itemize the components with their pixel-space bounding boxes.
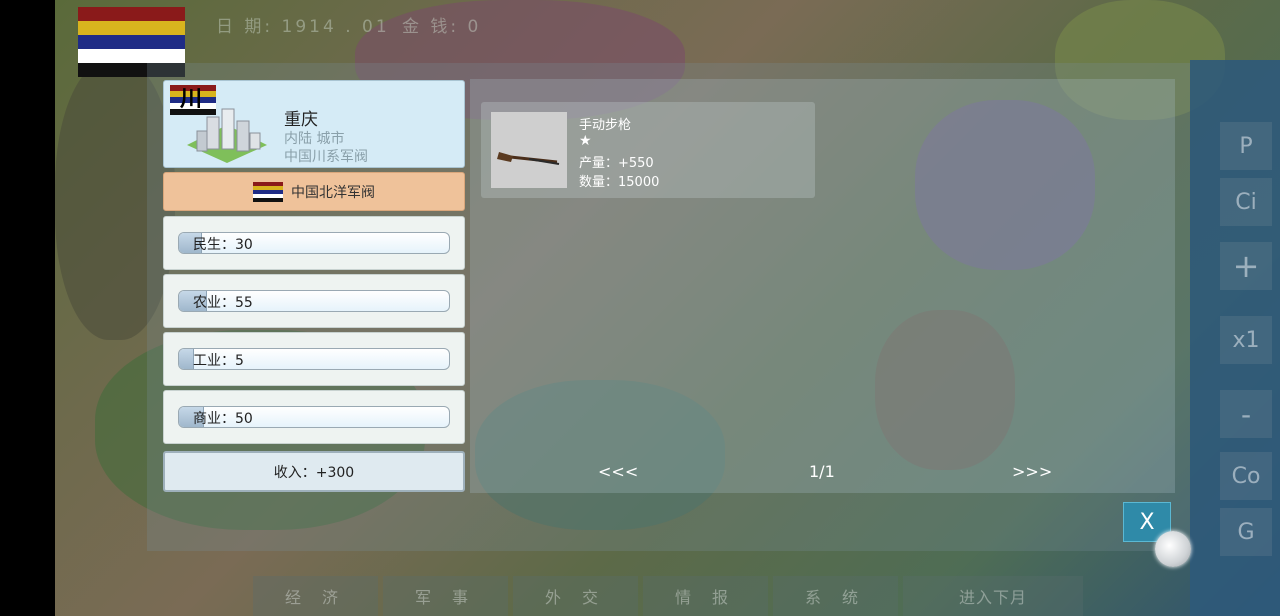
side-button-ci[interactable]: Ci — [1220, 178, 1272, 226]
stat-bar[interactable]: 民生：30 — [178, 232, 450, 254]
city-location-type: 内陆 城市 — [284, 131, 345, 147]
income-display[interactable]: 收入：+300 — [163, 451, 465, 492]
money-display: 金 钱: 0 — [402, 12, 481, 37]
tab-system[interactable]: 系 统 — [773, 576, 898, 616]
zoom-in-button[interactable]: + — [1220, 242, 1272, 290]
stat-bar[interactable]: 农业：55 — [178, 290, 450, 312]
owner-card[interactable]: 中国北洋军阀 — [163, 172, 465, 211]
side-button-g[interactable]: G — [1220, 508, 1272, 556]
stat-livelihood[interactable]: 民生：30 — [163, 216, 465, 270]
city-name: 重庆 — [284, 110, 318, 130]
rifle-icon — [497, 152, 560, 165]
city-faction: 中国川系军阀 — [284, 149, 368, 165]
product-item[interactable]: 手动步枪 ★ 产量：+550 数量：15000 — [481, 102, 815, 198]
next-page-button[interactable]: >>> — [1012, 462, 1052, 481]
stat-label: 农业：55 — [193, 295, 253, 311]
owner-name: 中国北洋军阀 — [291, 184, 375, 201]
product-quantity: 数量：15000 — [579, 175, 660, 190]
tab-intelligence[interactable]: 情 报 — [643, 576, 768, 616]
stat-label: 民生：30 — [193, 237, 253, 253]
stat-label: 工业：5 — [193, 353, 244, 369]
next-month-button[interactable]: 进入下月 — [903, 576, 1083, 616]
tab-economy[interactable]: 经 济 — [253, 576, 378, 616]
stat-agriculture[interactable]: 农业：55 — [163, 274, 465, 328]
tab-diplomacy[interactable]: 外 交 — [513, 576, 638, 616]
speed-button[interactable]: x1 — [1220, 316, 1272, 364]
stat-bar[interactable]: 商业：50 — [178, 406, 450, 428]
touch-indicator — [1155, 531, 1191, 567]
stat-industry[interactable]: 工业：5 — [163, 332, 465, 386]
money-value: 0 — [467, 17, 482, 37]
stat-label: 商业：50 — [193, 411, 253, 427]
date-label: 日 期: — [216, 17, 274, 37]
stat-fill — [179, 349, 194, 369]
product-name: 手动步枪 — [579, 118, 632, 133]
stat-commerce[interactable]: 商业：50 — [163, 390, 465, 444]
city-buildings-icon — [187, 108, 267, 163]
date-display: 日 期: 1914 . 01 — [216, 12, 390, 37]
product-stars: ★ — [579, 133, 592, 149]
page-indicator: 1/1 — [809, 462, 835, 481]
date-value: 1914 . 01 — [281, 17, 390, 37]
owner-flag — [253, 181, 283, 202]
city-info-card: 川 重庆 内陆 城市 中国川系军阀 — [163, 80, 465, 168]
prev-page-button[interactable]: <<< — [598, 462, 638, 481]
product-production: 产量：+550 — [579, 156, 654, 171]
zoom-out-button[interactable]: - — [1220, 390, 1272, 438]
product-image — [491, 112, 567, 188]
side-button-co[interactable]: Co — [1220, 452, 1272, 500]
tab-military[interactable]: 军 事 — [383, 576, 508, 616]
stat-bar[interactable]: 工业：5 — [178, 348, 450, 370]
side-button-p[interactable]: P — [1220, 122, 1272, 170]
money-label: 金 钱: — [402, 17, 460, 37]
screen-edge — [0, 0, 55, 616]
